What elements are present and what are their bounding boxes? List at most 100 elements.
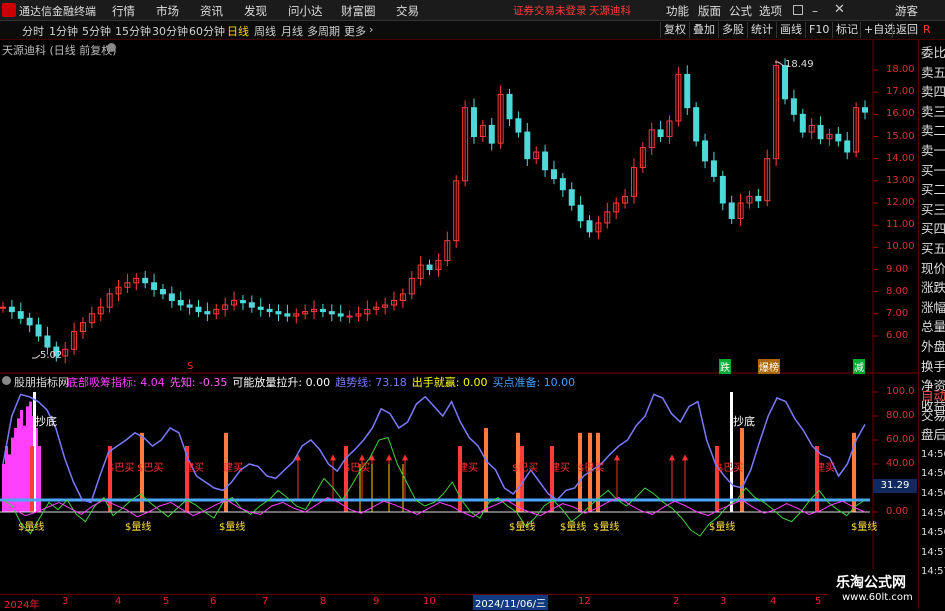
period-fenshi[interactable]: 分时 — [22, 23, 44, 39]
label-bamai-4: $巴买 — [512, 463, 539, 474]
period-daily[interactable]: 日线 — [227, 23, 249, 39]
trade-panel-item[interactable]: 自动 — [921, 386, 945, 406]
indicator-name[interactable]: 股朋指标网 — [14, 374, 69, 390]
candle-body — [657, 129, 664, 137]
quote-field-label[interactable]: 涨跌 — [921, 278, 945, 298]
marker-s: S — [187, 361, 194, 372]
date-tick: 3 — [62, 596, 69, 607]
guest-label[interactable]: 游客 — [895, 3, 918, 19]
period-multi[interactable]: 多周期 — [307, 23, 340, 39]
indicator-settings-icon[interactable] — [2, 376, 11, 385]
menu-xuanxiang[interactable]: 选项 — [759, 3, 782, 19]
trade-panel-item[interactable]: 14:56 — [921, 523, 945, 543]
current-stock-name: 天源迪科 — [589, 5, 631, 17]
candle-body — [284, 313, 291, 317]
label-maixian-6: $量线 — [593, 522, 620, 533]
trade-panel-item[interactable]: 14:56 — [921, 504, 945, 524]
candle-body — [44, 335, 51, 348]
watermark-line1: 乐淘公式网 — [836, 575, 906, 591]
btn-back[interactable]: 返回 — [892, 22, 921, 38]
candle-body — [204, 311, 211, 315]
minimize-icon[interactable]: – — [812, 4, 818, 18]
menu-hangqing[interactable]: 行情 — [112, 3, 135, 19]
trade-panel-item[interactable]: 盘后 — [921, 425, 945, 445]
up-arrow-icon — [682, 454, 688, 461]
quote-field-label[interactable]: 委比 — [921, 43, 945, 63]
menu-banmian[interactable]: 版面 — [698, 3, 721, 19]
menu-gongneng[interactable]: 功能 — [666, 3, 689, 19]
trade-panel-item[interactable]: 14:56 — [921, 445, 945, 465]
btn-fuquan[interactable]: 复权 — [660, 22, 689, 38]
period-5min[interactable]: 5分钟 — [82, 23, 111, 39]
quote-field-label[interactable]: 卖二 — [921, 121, 945, 141]
btn-biaoji[interactable]: 标记 — [832, 22, 861, 38]
candle-body — [26, 317, 33, 326]
candle-body — [151, 282, 158, 290]
trade-panel-item[interactable]: 14:56 — [921, 464, 945, 484]
period-1min[interactable]: 1分钟 — [49, 23, 78, 39]
chevron-right-icon[interactable]: › — [369, 23, 373, 36]
quote-field-label[interactable]: 涨幅 — [921, 298, 945, 318]
signal-bar — [815, 446, 819, 512]
period-monthly[interactable]: 月线 — [281, 23, 303, 39]
quote-field-label[interactable]: 卖四 — [921, 82, 945, 102]
period-toolbar: 分时 1分钟 5分钟 15分钟 30分钟 60分钟 日线 周线 月线 多周期 更… — [0, 21, 945, 40]
candle-body — [168, 293, 175, 302]
signal-bar — [30, 446, 34, 512]
quote-field-label[interactable]: 卖一 — [921, 141, 945, 161]
btn-diejia[interactable]: 叠加 — [689, 22, 718, 38]
label-jianmai-3: 建买 — [458, 463, 478, 474]
trade-panel-item[interactable]: 14:56 — [921, 484, 945, 504]
quote-field-label[interactable]: 现价 — [921, 259, 945, 279]
label-maixian-7: $量线 — [709, 522, 736, 533]
date-tick: 5 — [815, 596, 822, 607]
period-more[interactable]: 更多 — [344, 23, 366, 39]
label-jianmai-5: 建买 — [815, 463, 835, 474]
quote-field-label[interactable]: 买三 — [921, 200, 945, 220]
label-maixian-5: $量线 — [560, 522, 587, 533]
quote-field-label[interactable]: 卖三 — [921, 102, 945, 122]
label-maixian-4: $量线 — [509, 522, 536, 533]
high-price-annotation: 18.49 — [785, 59, 814, 70]
trade-panel-item[interactable]: 14:57 — [921, 562, 945, 582]
login-notice[interactable]: 证券交易未登录 — [513, 3, 587, 18]
period-60min[interactable]: 60分钟 — [189, 23, 225, 39]
quote-field-label[interactable]: 卖五 — [921, 63, 945, 83]
close-icon[interactable]: ✕ — [834, 2, 845, 17]
window-icon[interactable] — [793, 5, 803, 15]
date-tick: 5 — [163, 596, 170, 607]
btn-duogu[interactable]: 多股 — [718, 22, 747, 38]
quote-field-label[interactable]: 换手 — [921, 357, 945, 377]
menu-shichang[interactable]: 市场 — [156, 3, 179, 19]
menu-gongshi[interactable]: 公式 — [729, 3, 752, 19]
quote-field-label[interactable]: 买四 — [921, 219, 945, 239]
price-tick-label: 12.00 — [886, 197, 915, 208]
btn-tongji[interactable]: 统计 — [747, 22, 776, 38]
quote-field-label[interactable]: 买一 — [921, 161, 945, 181]
quote-field-label[interactable]: 买五 — [921, 239, 945, 259]
settings-dot-icon[interactable] — [107, 43, 116, 52]
candle-body — [524, 131, 531, 160]
menu-jiaoyi[interactable]: 交易 — [396, 3, 419, 19]
trade-panel-item[interactable]: 14:57 — [921, 543, 945, 563]
menu-zixun[interactable]: 资讯 — [200, 3, 223, 19]
candle-body — [817, 124, 824, 140]
trade-panel-item[interactable]: 交易 — [921, 406, 945, 426]
period-30min[interactable]: 30分钟 — [152, 23, 188, 39]
btn-f10[interactable]: F10 — [805, 22, 832, 38]
quote-field-label[interactable]: 买二 — [921, 180, 945, 200]
menu-wenxiaoda[interactable]: 问小达 — [288, 3, 323, 19]
label-chaodi-2: 抄底 — [733, 415, 755, 428]
period-15min[interactable]: 15分钟 — [115, 23, 151, 39]
period-weekly[interactable]: 周线 — [254, 23, 276, 39]
signal-bar — [715, 446, 719, 512]
menu-faxian[interactable]: 发现 — [244, 3, 267, 19]
candle-body — [844, 140, 851, 153]
menu-caifuquan[interactable]: 财富圈 — [341, 3, 376, 19]
candle-body — [559, 178, 566, 191]
date-tick: 12 — [578, 596, 591, 607]
quote-field-label[interactable]: 外盘 — [921, 337, 945, 357]
chart-title: 天源迪科 (日线 前复权) — [2, 44, 117, 57]
btn-huaxian[interactable]: 画线 — [776, 22, 805, 38]
quote-field-label[interactable]: 总量 — [921, 317, 945, 337]
